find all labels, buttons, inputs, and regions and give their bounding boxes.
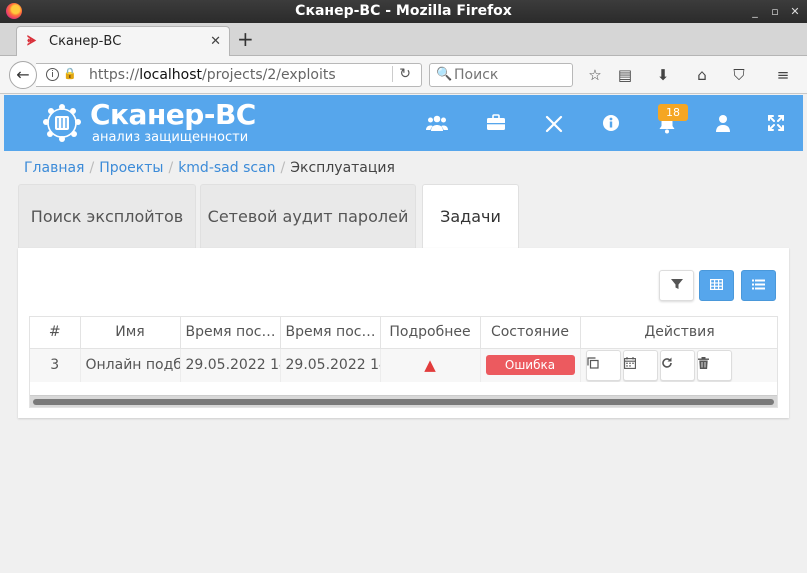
home-icon[interactable]: ⌂ [692,65,712,85]
users-icon[interactable] [426,114,448,134]
scrollbar-thumb[interactable] [33,399,774,405]
search-input[interactable] [454,67,564,83]
task-time-start: 29.05.2022 14: [180,348,281,382]
search-icon: 🔍 [436,67,453,82]
fullscreen-icon[interactable] [765,114,787,134]
app-logo-icon [43,104,81,142]
new-tab-plus-icon[interactable]: + [237,27,254,51]
lock-icon[interactable]: 🔒 [63,67,77,80]
briefcase-icon[interactable] [485,114,507,134]
column-header-status[interactable]: Состояние [480,317,581,349]
tab-exploit-search[interactable]: Поиск эксплойтов [18,184,196,248]
back-button[interactable]: ← [9,61,37,89]
tab-close-icon[interactable]: ✕ [210,34,221,49]
info-icon[interactable]: i [46,68,59,81]
horizontal-scrollbar[interactable] [30,395,777,407]
reading-list-icon[interactable]: ▤ [615,65,635,85]
column-header-time-end[interactable]: Время пос… [280,317,381,349]
reload-icon[interactable]: ↻ [392,66,411,82]
tasks-panel: # Имя Время пос… Время пос… Подробнее Со… [18,248,789,418]
task-details-cell: ▲ [380,348,481,382]
scanner-favicon-icon: ᗙ [27,34,37,49]
task-time-end: 29.05.2022 14: [280,348,381,382]
copy-button[interactable] [585,349,621,381]
grid-icon [710,279,724,291]
app-subtitle: анализ защищенности [92,130,249,145]
pocket-icon[interactable]: ⛉ [729,65,749,85]
notifications-count-badge: 18 [658,104,688,121]
tab-password-audit[interactable]: Сетевой аудит паролей [200,184,416,248]
refresh-icon [661,357,672,368]
filter-icon [670,279,683,289]
trash-icon [697,356,709,369]
breadcrumb: Главная / Проекты / kmd-sad scan / Эксплуатаци… [24,160,395,176]
breadcrumb-project-link[interactable]: kmd-sad scan [178,160,275,176]
minimize-icon[interactable]: _ [748,5,762,19]
window-title: Сканер-ВС - Mozilla Firefox [295,3,512,19]
breadcrumb-home-link[interactable]: Главная [24,160,84,176]
browser-tab[interactable]: ᗙ Сканер-ВС ✕ [16,26,230,57]
app-header: Сканер-ВС анализ защищенности 18 [4,95,803,151]
page-content: Главная / Проекты / kmd-sad scan / Эксплуатаци… [4,151,803,573]
info-circle-icon[interactable] [600,114,622,134]
table-row: 3 Онлайн подбо 29.05.2022 14: 29.05.2022… [30,348,777,382]
breadcrumb-current: Эксплуатация [290,160,395,176]
tools-icon[interactable] [543,114,565,134]
list-view-button[interactable] [741,270,776,301]
task-number: 3 [30,348,81,382]
schedule-button[interactable] [622,349,658,381]
browser-navbar: i 🔒 https://localhost/projects/2/exploit… [0,56,807,94]
table-header-row: # Имя Время пос… Время пос… Подробнее Со… [30,317,777,349]
status-badge: Ошибка [485,355,575,376]
task-name: Онлайн подбо [80,348,181,382]
download-arrow-icon[interactable]: ⬇ [653,65,673,85]
bookmark-star-icon[interactable]: ☆ [585,65,605,85]
grid-view-button[interactable] [699,270,734,301]
task-status-cell: Ошибка [480,348,581,382]
column-header-actions: Действия [580,317,777,349]
close-window-icon[interactable]: ✕ [788,5,802,19]
filter-button[interactable] [659,270,694,301]
maximize-icon[interactable]: ▫ [768,5,782,19]
restart-button[interactable] [659,349,695,381]
app-name: Сканер-ВС [90,98,256,131]
browser-tab-title: Сканер-ВС [49,34,122,49]
copy-icon [586,357,599,369]
column-header-number[interactable]: # [30,317,81,349]
list-icon [752,279,765,290]
delete-button[interactable] [696,349,732,381]
tasks-table: # Имя Время пос… Время пос… Подробнее Со… [29,316,778,408]
tab-tasks[interactable]: Задачи [422,184,519,250]
browser-tabstrip: ᗙ Сканер-ВС ✕ [0,23,807,57]
column-header-name[interactable]: Имя [80,317,181,349]
column-header-details: Подробнее [380,317,481,349]
window-titlebar: Сканер-ВС - Mozilla Firefox _ ▫ ✕ [0,0,807,23]
calendar-icon [623,356,636,369]
warning-icon[interactable]: ▲ [424,356,436,374]
column-header-time-start[interactable]: Время пос… [180,317,281,349]
url-text[interactable]: https://localhost/projects/2/exploits [89,67,336,83]
url-bar[interactable]: i 🔒 https://localhost/projects/2/exploit… [36,63,422,87]
task-actions-cell [580,348,777,382]
user-profile-icon[interactable] [712,114,734,134]
breadcrumb-projects-link[interactable]: Проекты [99,160,163,176]
search-box[interactable]: 🔍 [429,63,573,87]
hamburger-menu-icon[interactable]: ≡ [773,65,793,85]
